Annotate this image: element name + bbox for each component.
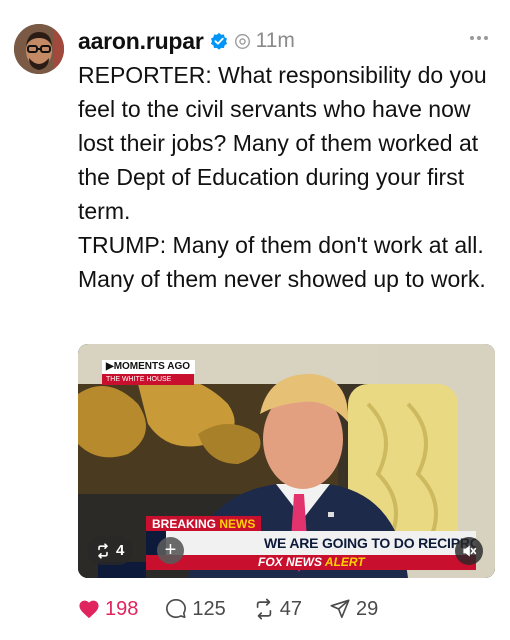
tag-top-label: ▶MOMENTS AGO (102, 360, 195, 374)
heart-icon (79, 600, 99, 619)
action-bar: 198 125 47 29 (78, 596, 405, 622)
fox-news-alert: FOX NEWS ALERT (146, 555, 476, 570)
repost-pill[interactable]: 4 (87, 536, 134, 565)
reply-button[interactable]: 125 (165, 597, 226, 621)
reply-count: 125 (192, 597, 226, 620)
ticker-text: WE ARE GOING TO DO RECIPROCAL TARIF (264, 535, 476, 551)
tag-bottom-label: THE WHITE HOUSE (102, 374, 194, 385)
plus-icon[interactable]: + (157, 537, 184, 564)
verified-badge-icon (210, 32, 227, 50)
thread-icon (234, 33, 250, 49)
repost-icon (256, 598, 271, 620)
repost-count: 47 (279, 597, 302, 620)
post: aaron.rupar 11m REPORTER: What responsib… (0, 0, 510, 640)
post-paragraph-2: TRUMP: Many of them don't work at all. M… (78, 232, 486, 292)
share-button[interactable]: 29 (329, 598, 378, 621)
repost-button[interactable]: 47 (253, 598, 302, 621)
post-time: 11m (255, 29, 295, 52)
like-button[interactable]: 198 (78, 598, 138, 621)
news-ticker: WE ARE GOING TO DO RECIPROCAL TARIF (146, 531, 476, 555)
moments-ago-tag: ▶MOMENTS AGO THE WHITE HOUSE (102, 356, 195, 385)
video-player[interactable]: ▶MOMENTS AGO THE WHITE HOUSE BREAKING NE… (78, 344, 495, 578)
like-count: 198 (105, 597, 139, 620)
avatar[interactable] (14, 24, 64, 74)
post-header: aaron.rupar 11m (78, 26, 295, 56)
repost-pill-count: 4 (116, 542, 125, 559)
reply-icon (166, 599, 187, 619)
share-count: 29 (356, 597, 379, 620)
post-paragraph-1: REPORTER: What responsibility do you fee… (78, 62, 487, 224)
mute-icon[interactable] (455, 537, 483, 565)
breaking-news-label: BREAKING NEWS (146, 516, 262, 532)
repost-icon (98, 542, 108, 559)
username[interactable]: aaron.rupar (78, 28, 204, 55)
more-icon[interactable] (470, 36, 488, 40)
share-icon (330, 599, 350, 619)
